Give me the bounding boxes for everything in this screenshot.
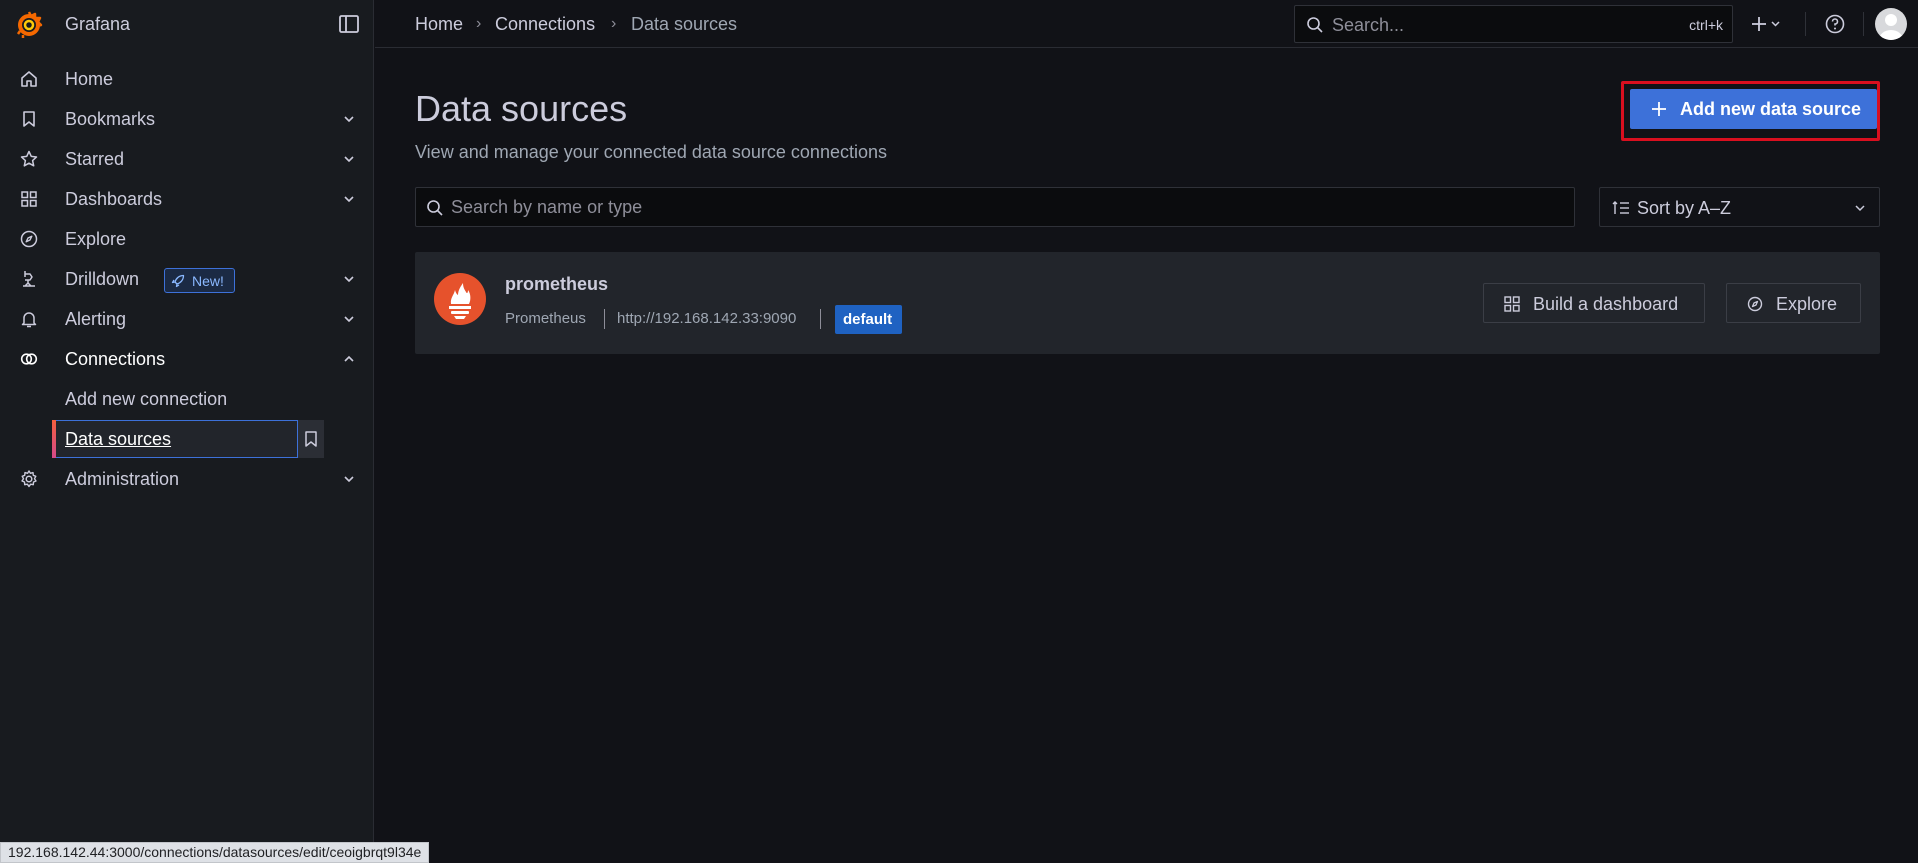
gear-icon	[21, 470, 37, 488]
sidebar-item-bookmarks[interactable]: Bookmarks	[0, 99, 374, 139]
sidebar-item-label: Connections	[65, 349, 166, 369]
sidebar-item-label: Add new connection	[65, 389, 228, 409]
user-icon	[1879, 14, 1903, 40]
sidebar-item-starred[interactable]: Starred	[0, 139, 374, 179]
search-icon	[427, 200, 443, 216]
app-name: Grafana	[65, 14, 131, 34]
active-indicator	[52, 420, 56, 458]
help-icon[interactable]	[1823, 12, 1847, 36]
sidebar-item-label: Home	[65, 69, 114, 89]
chevron-down-icon[interactable]	[341, 151, 357, 167]
grafana-logo-icon[interactable]	[14, 9, 44, 39]
add-new-data-source-button[interactable]: Add new data source	[1630, 89, 1877, 129]
sidebar-item-label: Drilldown	[65, 269, 140, 289]
dock-menu-icon[interactable]	[337, 12, 361, 36]
breadcrumb-home[interactable]: Home	[415, 14, 463, 35]
apps-icon	[1504, 296, 1520, 312]
sidebar-item-alerting[interactable]: Alerting	[0, 299, 374, 339]
sidebar-item-home[interactable]: Home	[0, 59, 374, 99]
default-badge-label: default	[843, 311, 893, 328]
divider	[604, 309, 605, 329]
bookmark-icon	[23, 111, 35, 127]
topbar: Home › Connections › Data sources Search…	[375, 0, 1918, 48]
page-subtitle: View and manage your connected data sour…	[415, 142, 887, 162]
brand: Grafana	[0, 0, 374, 48]
build-dashboard-label: Build a dashboard	[1533, 294, 1679, 314]
explore-label: Explore	[1776, 294, 1838, 314]
avatar[interactable]	[1875, 8, 1907, 40]
sidebar: Grafana Home Bookmarks Starred Dashboard…	[0, 0, 374, 863]
status-bar-url: 192.168.142.44:3000/connections/datasour…	[0, 842, 430, 863]
default-badge: default	[835, 305, 902, 334]
sidebar-item-dashboards[interactable]: Dashboards	[0, 179, 374, 219]
breadcrumb-separator-icon: ›	[476, 15, 482, 32]
page-title: Data sources	[415, 88, 628, 129]
sort-amount-icon	[1612, 201, 1629, 214]
explore-button[interactable]: Explore	[1726, 283, 1861, 323]
apps-icon	[21, 191, 37, 207]
plus-icon	[1752, 17, 1766, 31]
sidebar-item-administration[interactable]: Administration	[0, 459, 374, 499]
sidebar-item-label: Explore	[65, 229, 127, 249]
new-badge-label: New!	[192, 273, 224, 289]
sidebar-item-label: Bookmarks	[65, 109, 156, 129]
prometheus-logo-icon	[434, 273, 486, 325]
divider	[1863, 12, 1864, 36]
plus-icon	[1652, 102, 1666, 116]
home-icon	[21, 71, 37, 87]
chevron-down-icon	[1855, 205, 1865, 212]
sidebar-item-label: Dashboards	[65, 189, 163, 209]
global-search-input[interactable]: Search... ctrl+k	[1294, 5, 1733, 43]
datasource-search-input[interactable]	[451, 188, 1561, 226]
bookmark-page-button[interactable]	[298, 420, 324, 458]
add-new-data-source-label: Add new data source	[1680, 99, 1862, 119]
chevron-down-icon[interactable]	[341, 471, 357, 487]
chevron-down-icon[interactable]	[341, 191, 357, 207]
search-shortcut: ctrl+k	[1689, 17, 1723, 33]
bell-icon	[21, 312, 37, 328]
chevron-down-icon[interactable]	[341, 111, 357, 127]
global-search-placeholder: Search...	[1332, 15, 1405, 35]
bookmark-icon	[305, 431, 317, 447]
datasource-url: http://192.168.142.33:9090	[617, 310, 797, 327]
sidebar-item-explore[interactable]: Explore	[0, 219, 374, 259]
sidebar-item-label: Data sources	[65, 429, 172, 449]
chevron-down-icon[interactable]	[341, 311, 357, 327]
star-icon	[20, 150, 38, 167]
grafana-app: Grafana Home Bookmarks Starred Dashboard…	[0, 0, 1918, 863]
connections-icon	[20, 353, 38, 365]
sidebar-item-data-sources[interactable]: Data sources	[52, 420, 298, 458]
breadcrumb-current: Data sources	[631, 14, 738, 34]
datasource-name[interactable]: prometheus	[505, 274, 608, 295]
sidebar-item-label: Alerting	[65, 309, 127, 329]
build-dashboard-button[interactable]: Build a dashboard	[1483, 283, 1705, 323]
compass-icon	[1747, 296, 1763, 312]
rocket-icon	[171, 274, 185, 288]
new-menu-button[interactable]	[1749, 12, 1789, 36]
search-icon	[1307, 17, 1323, 33]
datasource-card[interactable]: prometheus Prometheus http://192.168.142…	[415, 252, 1880, 354]
divider	[1805, 12, 1806, 36]
datasource-search-field[interactable]	[415, 187, 1575, 227]
sidebar-item-add-new-connection[interactable]: Add new connection	[52, 380, 332, 418]
breadcrumb-separator-icon: ›	[611, 15, 617, 32]
sidebar-item-label: Starred	[65, 149, 125, 169]
datasource-type: Prometheus	[505, 310, 586, 327]
compass-icon	[20, 230, 38, 248]
sidebar-item-label: Administration	[65, 469, 180, 489]
divider	[820, 309, 821, 329]
sort-select[interactable]: Sort by A–Z	[1599, 187, 1880, 227]
sidebar-item-connections[interactable]: Connections	[0, 339, 374, 379]
breadcrumb-connections[interactable]: Connections	[495, 14, 595, 35]
chevron-down-icon[interactable]	[341, 271, 357, 287]
new-badge: New!	[164, 268, 235, 293]
drilldown-icon	[23, 271, 35, 287]
chevron-up-icon[interactable]	[341, 351, 357, 367]
sort-label: Sort by A–Z	[1637, 198, 1732, 218]
